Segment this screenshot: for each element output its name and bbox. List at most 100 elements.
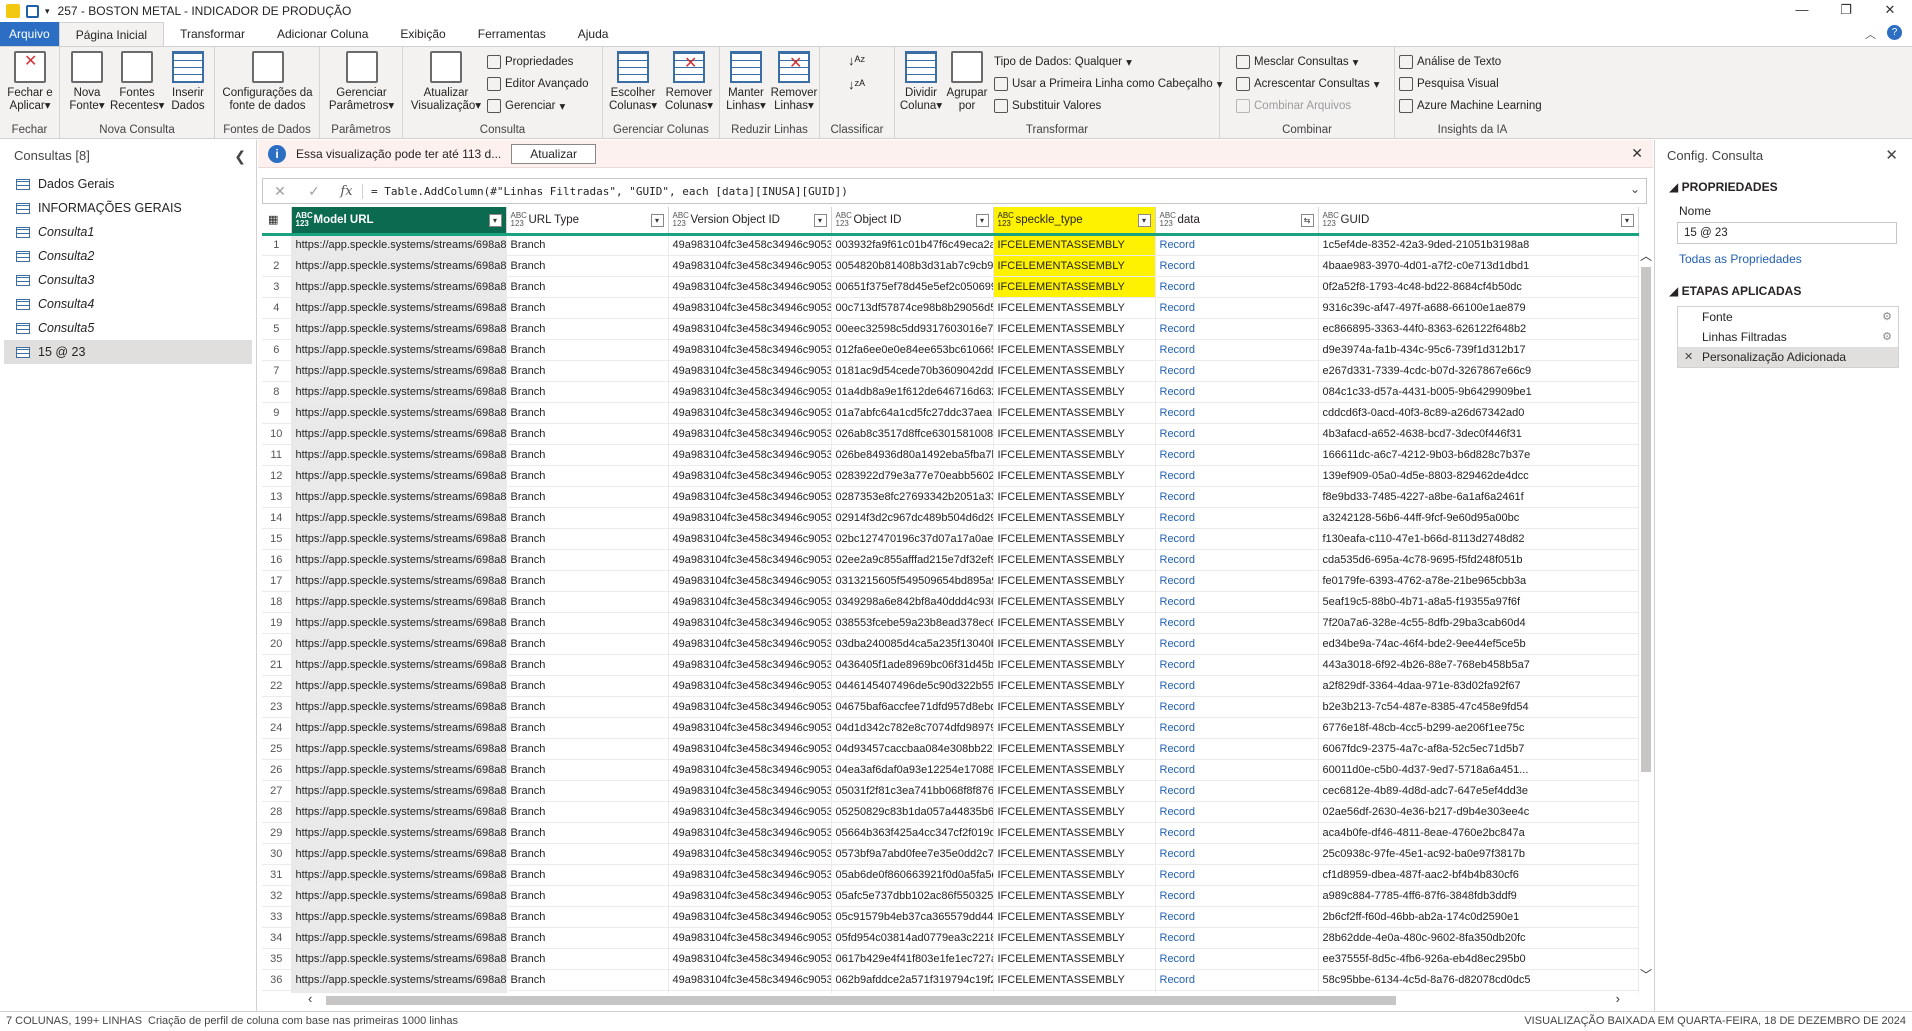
version-object-id-cell[interactable]: 49a983104fc3e458c34946c905371b...	[668, 612, 832, 634]
column-header[interactable]: ABC 123 Object ID ▾	[831, 207, 994, 236]
any-type-icon[interactable]: ABC 123	[511, 211, 529, 228]
table-row[interactable]: 21 https://app.speckle.systems/streams/69…	[262, 654, 1639, 676]
table-row[interactable]: 19 https://app.speckle.systems/streams/69…	[262, 612, 1639, 634]
data-record-link[interactable]: Record	[1155, 780, 1319, 802]
column-header[interactable]: ABC 123 data ⇆	[1155, 207, 1319, 236]
editor-avancado-button[interactable]: Editor Avançado	[487, 77, 589, 91]
speckle-type-cell[interactable]: IFCELEMENTASSEMBLY	[993, 864, 1156, 886]
data-record-link[interactable]: Record	[1155, 234, 1319, 256]
version-object-id-cell[interactable]: 49a983104fc3e458c34946c905371b...	[668, 570, 832, 592]
model-url-cell[interactable]: https://app.speckle.systems/streams/698a…	[291, 360, 507, 382]
url-type-cell[interactable]: Branch	[506, 591, 669, 613]
azure-ml-button[interactable]: Azure Machine Learning	[1399, 99, 1542, 113]
url-type-cell[interactable]: Branch	[506, 780, 669, 802]
model-url-cell[interactable]: https://app.speckle.systems/streams/698a…	[291, 885, 507, 907]
column-header[interactable]: ABC 123 GUID ▾	[1318, 207, 1639, 236]
speckle-type-cell[interactable]: IFCELEMENTASSEMBLY	[993, 486, 1156, 508]
query-item[interactable]: INFORMAÇÕES GERAIS	[4, 196, 252, 220]
query-item[interactable]: 15 @ 23	[4, 340, 252, 364]
any-type-icon[interactable]: ABC 123	[836, 211, 854, 228]
speckle-type-cell[interactable]: IFCELEMENTASSEMBLY	[993, 654, 1156, 676]
speckle-type-cell[interactable]: IFCELEMENTASSEMBLY	[993, 696, 1156, 718]
primeira-linha-cabecalho-button[interactable]: Usar a Primeira Linha como Cabeçalho ▾	[994, 77, 1223, 91]
any-type-icon[interactable]: ABC 123	[673, 211, 691, 228]
model-url-cell[interactable]: https://app.speckle.systems/streams/698a…	[291, 633, 507, 655]
url-type-cell[interactable]: Branch	[506, 633, 669, 655]
version-object-id-cell[interactable]: 49a983104fc3e458c34946c905371b...	[668, 507, 832, 529]
model-url-cell[interactable]: https://app.speckle.systems/streams/698a…	[291, 696, 507, 718]
data-record-link[interactable]: Record	[1155, 549, 1319, 571]
data-record-link[interactable]: Record	[1155, 339, 1319, 361]
object-id-cell[interactable]: 04d93457caccbaa084e308bb229009...	[831, 738, 994, 760]
restore-button[interactable]: ❐	[1824, 0, 1868, 22]
model-url-cell[interactable]: https://app.speckle.systems/streams/698a…	[291, 339, 507, 361]
table-row[interactable]: 32 https://app.speckle.systems/streams/69…	[262, 885, 1639, 907]
data-record-link[interactable]: Record	[1155, 843, 1319, 865]
model-url-cell[interactable]: https://app.speckle.systems/streams/698a…	[291, 402, 507, 424]
object-id-cell[interactable]: 038553fcebe59a23b8ead378ec60ee...	[831, 612, 994, 634]
url-type-cell[interactable]: Branch	[506, 381, 669, 403]
version-object-id-cell[interactable]: 49a983104fc3e458c34946c905371b...	[668, 255, 832, 277]
table-row[interactable]: 15 https://app.speckle.systems/streams/69…	[262, 528, 1639, 550]
guid-cell[interactable]: a989c884-7785-4ff6-87f6-3848fdb3ddf9	[1318, 885, 1639, 907]
scroll-right-icon[interactable]: ›	[1616, 991, 1620, 1006]
column-header[interactable]: ABC 123 Version Object ID ▾	[668, 207, 832, 236]
model-url-cell[interactable]: https://app.speckle.systems/streams/698a…	[291, 381, 507, 403]
data-record-link[interactable]: Record	[1155, 444, 1319, 466]
config-fonte-button[interactable]: Configurações da fonte de dados	[219, 51, 316, 113]
object-id-cell[interactable]: 05031f2f81c3ea741bb068f8f876cf54	[831, 780, 994, 802]
guid-cell[interactable]: ed34be9a-74ac-46f4-bde2-9ee44ef5ce5b	[1318, 633, 1639, 655]
sort-ascending-icon[interactable]: ↓ᴬᶻ	[848, 53, 865, 68]
speckle-type-cell[interactable]: IFCELEMENTASSEMBLY	[993, 948, 1156, 970]
guid-cell[interactable]: 58c95bbe-6134-4c5d-8a76-d82078cd0dc5	[1318, 969, 1639, 991]
table-row[interactable]: 10 https://app.speckle.systems/streams/69…	[262, 423, 1639, 445]
object-id-cell[interactable]: 02914f3d2c967dc489b504d6d29d3e...	[831, 507, 994, 529]
version-object-id-cell[interactable]: 49a983104fc3e458c34946c905371b...	[668, 591, 832, 613]
url-type-cell[interactable]: Branch	[506, 402, 669, 424]
version-object-id-cell[interactable]: 49a983104fc3e458c34946c905371b...	[668, 738, 832, 760]
model-url-cell[interactable]: https://app.speckle.systems/streams/698a…	[291, 276, 507, 298]
url-type-cell[interactable]: Branch	[506, 444, 669, 466]
url-type-cell[interactable]: Branch	[506, 864, 669, 886]
formula-input[interactable]: = Table.AddColumn(#"Linhas Filtradas", "…	[363, 185, 848, 198]
url-type-cell[interactable]: Branch	[506, 423, 669, 445]
url-type-cell[interactable]: Branch	[506, 318, 669, 340]
model-url-cell[interactable]: https://app.speckle.systems/streams/698a…	[291, 801, 507, 823]
speckle-type-cell[interactable]: IFCELEMENTASSEMBLY	[993, 339, 1156, 361]
url-type-cell[interactable]: Branch	[506, 654, 669, 676]
speckle-type-cell[interactable]: IFCELEMENTASSEMBLY	[993, 969, 1156, 991]
horizontal-scrollbar[interactable]: ‹ ›	[300, 991, 1620, 1007]
url-type-cell[interactable]: Branch	[506, 570, 669, 592]
table-row[interactable]: 3 https://app.speckle.systems/streams/698…	[262, 276, 1639, 298]
object-id-cell[interactable]: 012fa6ee0e0e84ee653bc610665fe112	[831, 339, 994, 361]
close-infobar-icon[interactable]: ✕	[1631, 145, 1643, 162]
guid-cell[interactable]: 084c1c33-d57a-4431-b005-9b6429909be1	[1318, 381, 1639, 403]
query-item[interactable]: Consulta4	[4, 292, 252, 316]
version-object-id-cell[interactable]: 49a983104fc3e458c34946c905371b...	[668, 381, 832, 403]
url-type-cell[interactable]: Branch	[506, 234, 669, 256]
speckle-type-cell[interactable]: IFCELEMENTASSEMBLY	[993, 633, 1156, 655]
url-type-cell[interactable]: Branch	[506, 675, 669, 697]
expand-column-icon[interactable]: ⇆	[1300, 214, 1314, 227]
step-settings-gear-icon[interactable]: ⚙	[1882, 307, 1892, 327]
data-record-link[interactable]: Record	[1155, 906, 1319, 928]
data-record-link[interactable]: Record	[1155, 864, 1319, 886]
table-row[interactable]: 1 https://app.speckle.systems/streams/698…	[262, 234, 1639, 256]
scroll-up-icon[interactable]: ︿	[1640, 247, 1652, 264]
model-url-cell[interactable]: https://app.speckle.systems/streams/698a…	[291, 486, 507, 508]
collapse-queries-icon[interactable]: ❮	[234, 140, 246, 172]
version-object-id-cell[interactable]: 49a983104fc3e458c34946c905371b...	[668, 759, 832, 781]
data-record-link[interactable]: Record	[1155, 675, 1319, 697]
data-record-link[interactable]: Record	[1155, 570, 1319, 592]
version-object-id-cell[interactable]: 49a983104fc3e458c34946c905371b...	[668, 444, 832, 466]
help-icon[interactable]: ?	[1887, 25, 1902, 40]
speckle-type-cell[interactable]: IFCELEMENTASSEMBLY	[993, 423, 1156, 445]
object-id-cell[interactable]: 04d1d342c782e8c7074dfd98979abb...	[831, 717, 994, 739]
data-record-link[interactable]: Record	[1155, 927, 1319, 949]
speckle-type-cell[interactable]: IFCELEMENTASSEMBLY	[993, 759, 1156, 781]
data-record-link[interactable]: Record	[1155, 465, 1319, 487]
applied-step[interactable]: Fonte ⚙	[1678, 307, 1898, 327]
fontes-recentes-button[interactable]: Fontes Recentes▾	[110, 51, 164, 113]
model-url-cell[interactable]: https://app.speckle.systems/streams/698a…	[291, 234, 507, 256]
table-row[interactable]: 7 https://app.speckle.systems/streams/698…	[262, 360, 1639, 382]
